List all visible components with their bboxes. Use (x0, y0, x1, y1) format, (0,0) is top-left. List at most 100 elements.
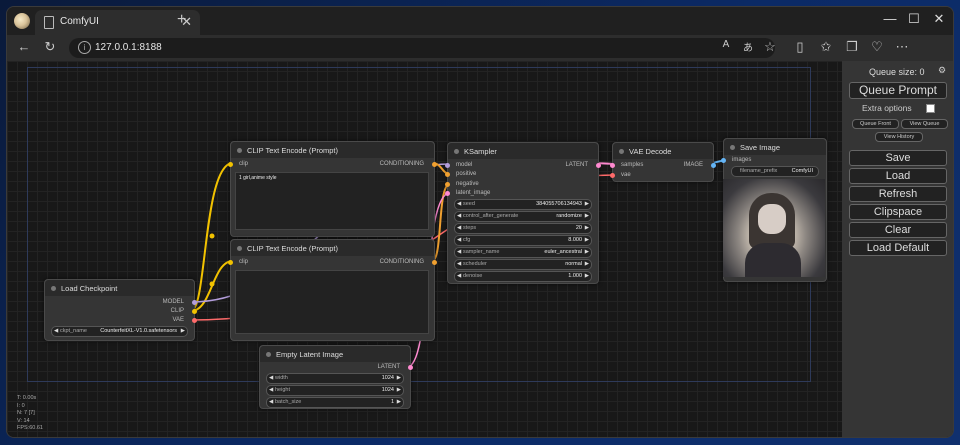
view-history-button[interactable]: View History (875, 132, 923, 142)
clipspace-button[interactable]: Clipspace (849, 204, 947, 220)
output-conditioning-port[interactable] (432, 260, 437, 265)
node-clip-text-encode-positive[interactable]: CLIP Text Encode (Prompt) clip CONDITION… (228, 141, 437, 237)
sampler-name-widget[interactable]: ◀ sampler_name euler_ancestral ▶ (454, 247, 592, 258)
filename-prefix-widget[interactable]: filename_prefix ComfyUI (731, 166, 819, 177)
tab-comfyui[interactable]: ComfyUI ✕ (35, 10, 200, 35)
title-bar: ComfyUI ✕ + — ☐ ✕ (7, 7, 953, 35)
generated-image-preview[interactable] (723, 179, 825, 277)
arrow-right-icon[interactable]: ▶ (181, 328, 185, 334)
queue-prompt-button[interactable]: Queue Prompt (849, 82, 947, 99)
input-clip-port[interactable] (228, 162, 233, 167)
input-positive: positive (456, 171, 477, 177)
input-clip: clip (239, 161, 249, 167)
seed-widget[interactable]: ◀ seed 384055706134943 ▶ (454, 199, 592, 210)
node-graph-canvas[interactable]: Load Checkpoint MODEL CLIP VAE ◀ ckpt_na… (7, 61, 842, 437)
input-model-port[interactable] (445, 163, 450, 168)
output-latent: LATENT (377, 364, 400, 370)
refresh-button[interactable]: Refresh (849, 186, 947, 202)
input-vae: vae (621, 172, 631, 178)
output-image-port[interactable] (711, 163, 716, 168)
favorite-star-icon[interactable]: ☆ (761, 39, 779, 55)
view-queue-button[interactable]: View Queue (901, 119, 948, 129)
clear-button[interactable]: Clear (849, 222, 947, 238)
input-latent-image: latent_image (456, 190, 491, 196)
browser-profile-icon[interactable] (14, 13, 30, 29)
browser-essentials-icon[interactable]: ♡ (868, 39, 886, 55)
node-title: Load Checkpoint (61, 284, 118, 293)
maximize-button[interactable]: ☐ (903, 11, 925, 27)
output-model-port[interactable] (192, 300, 197, 305)
node-vae-decode[interactable]: VAE Decode samples vae IMAGE (610, 142, 716, 182)
input-clip: clip (239, 259, 249, 265)
node-title: VAE Decode (629, 147, 672, 156)
collections-icon[interactable]: ❐ (843, 39, 861, 55)
navigation-bar: ← ↻ i 127.0.0.1:8188 A あ ☆ ▯ ✩ ❐ ♡ ⋯ (7, 35, 953, 61)
queue-size-label: Queue size: 0 (869, 67, 925, 77)
prompt-textarea[interactable]: 1 girl,anime style (235, 172, 429, 230)
minimize-button[interactable]: — (879, 11, 901, 26)
output-model: MODEL (162, 299, 184, 305)
info-icon[interactable]: i (78, 41, 91, 54)
control-after-generate-widget[interactable]: ◀ control_after_generate randomize ▶ (454, 211, 592, 222)
input-negative: negative (456, 181, 479, 187)
node-title: CLIP Text Encode (Prompt) (247, 244, 339, 253)
batch-size-widget[interactable]: ◀ batch_size 1 ▶ (266, 397, 404, 408)
output-latent-port[interactable] (596, 163, 601, 168)
output-image: IMAGE (683, 162, 703, 168)
new-tab-button[interactable]: + (177, 11, 186, 29)
refresh-icon[interactable]: ↻ (41, 39, 59, 55)
node-title: Empty Latent Image (276, 350, 344, 359)
close-window-button[interactable]: ✕ (928, 11, 950, 27)
translate-icon[interactable]: あ (739, 39, 757, 54)
url-text[interactable]: 127.0.0.1:8188 (95, 42, 162, 53)
save-button[interactable]: Save (849, 150, 947, 166)
gear-icon[interactable]: ⚙ (938, 65, 946, 76)
node-empty-latent-image[interactable]: Empty Latent Image LATENT ◀ width 1024 ▶ ◀ h… (259, 345, 413, 409)
split-screen-icon[interactable]: ▯ (791, 39, 809, 55)
input-vae-port[interactable] (610, 173, 615, 178)
input-positive-port[interactable] (445, 172, 450, 177)
input-images: images (732, 157, 752, 163)
output-conditioning: CONDITIONING (379, 259, 424, 265)
output-conditioning-port[interactable] (432, 162, 437, 167)
address-bar[interactable]: i 127.0.0.1:8188 (69, 38, 775, 58)
load-button[interactable]: Load (849, 168, 947, 184)
output-clip-port[interactable] (192, 309, 197, 314)
output-latent-port[interactable] (408, 365, 413, 370)
cfg-widget[interactable]: ◀ cfg 8.000 ▶ (454, 235, 592, 246)
document-icon (44, 16, 54, 29)
node-title: KSampler (464, 147, 497, 156)
input-samples-port[interactable] (610, 163, 615, 168)
output-conditioning: CONDITIONING (379, 161, 424, 167)
more-menu-icon[interactable]: ⋯ (893, 39, 911, 55)
read-aloud-icon[interactable]: A (717, 39, 735, 50)
node-load-checkpoint[interactable]: Load Checkpoint MODEL CLIP VAE ◀ ckpt_na… (44, 279, 197, 341)
input-latent-port[interactable] (445, 191, 450, 196)
queue-front-button[interactable]: Queue Front (852, 119, 899, 129)
arrow-left-icon[interactable]: ◀ (54, 328, 58, 334)
node-ksampler[interactable]: KSampler model positive negative latent_… (445, 142, 601, 284)
node-title: Save Image (740, 143, 781, 152)
favorites-icon[interactable]: ✩ (817, 39, 835, 55)
comfy-menu-panel: Queue size: 0 ⚙ Queue Prompt Extra optio… (842, 61, 953, 437)
input-clip-port[interactable] (228, 260, 233, 265)
height-widget[interactable]: ◀ height 1024 ▶ (266, 385, 404, 396)
output-vae-port[interactable] (192, 318, 197, 323)
render-stats: T: 0.00s I: 0 N: 7 [7] V: 14 FPS:60.61 (17, 395, 43, 431)
load-default-button[interactable]: Load Default (849, 240, 947, 256)
steps-widget[interactable]: ◀ steps 20 ▶ (454, 223, 592, 234)
extra-options-label: Extra options (862, 103, 912, 113)
width-widget[interactable]: ◀ width 1024 ▶ (266, 373, 404, 384)
input-images-port[interactable] (721, 158, 726, 163)
denoise-widget[interactable]: ◀ denoise 1.000 ▶ (454, 271, 592, 282)
scheduler-widget[interactable]: ◀ scheduler normal ▶ (454, 259, 592, 270)
input-negative-port[interactable] (445, 182, 450, 187)
node-clip-text-encode-negative[interactable]: CLIP Text Encode (Prompt) clip CONDITION… (228, 239, 437, 341)
input-samples: samples (621, 162, 644, 168)
node-title: CLIP Text Encode (Prompt) (247, 146, 339, 155)
prompt-textarea[interactable] (235, 270, 429, 334)
back-arrow-icon[interactable]: ← (15, 39, 33, 54)
tab-title: ComfyUI (60, 16, 99, 27)
ckpt-name-widget[interactable]: ◀ ckpt_name CounterfeitXL-V1.0.safetenso… (51, 326, 188, 337)
extra-options-checkbox[interactable] (926, 104, 935, 113)
